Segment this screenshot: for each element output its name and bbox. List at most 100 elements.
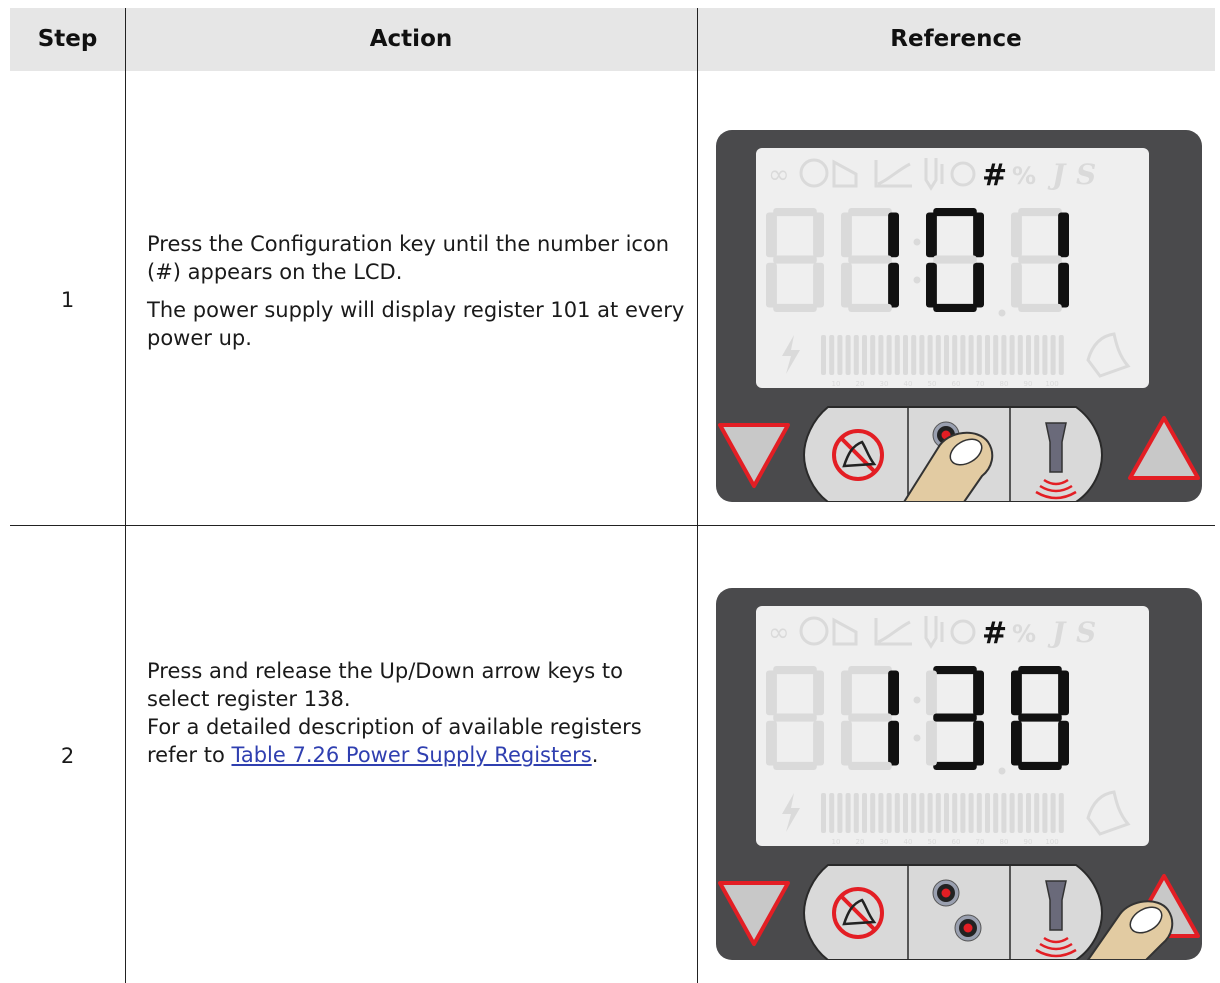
bar-segment: [1050, 335, 1056, 375]
lcd-segment-on: [973, 262, 984, 308]
lcd-segment-on: [1018, 666, 1062, 675]
bar-scale-label: 90: [1024, 838, 1033, 846]
lcd-segment-off: [813, 720, 824, 766]
lcd-segment-on: [1058, 670, 1069, 716]
infinity-icon: ∞: [768, 618, 790, 648]
bar-scale-label: 70: [976, 838, 985, 846]
lcd-segment-on: [1011, 720, 1022, 766]
bar-segment: [927, 793, 933, 833]
lcd-segment-off: [841, 670, 852, 716]
lcd-segment-off: [766, 670, 777, 716]
bar-segment: [944, 335, 949, 375]
header-action: Action: [369, 26, 453, 52]
lcd-segment-off: [1018, 208, 1062, 217]
bar-scale-label: 20: [856, 380, 865, 388]
lcd-segment-on: [1018, 761, 1062, 770]
bar-scale-label: 80: [1000, 380, 1009, 388]
lcd-segment-on: [933, 713, 977, 722]
bar-segment: [944, 793, 949, 833]
lcd-segment-off: [848, 303, 892, 312]
table-7-26-link[interactable]: Table 7.26 Power Supply Registers: [231, 743, 591, 767]
bar-segment: [919, 793, 925, 833]
bar-segment: [1001, 793, 1007, 833]
action-instruction: Press the Configuration key until the nu…: [147, 232, 670, 284]
lcd-colon: [913, 238, 921, 246]
lcd-segment-on: [973, 720, 984, 766]
power-supply-panel-2: ∞ #% J S10 20 30 40 50 60 70 80 90 100: [716, 588, 1202, 960]
action-note: The power supply will display register 1…: [147, 298, 685, 350]
lcd-segment-off: [813, 262, 824, 308]
bar-segment: [837, 335, 843, 375]
lcd-segment-off: [841, 212, 852, 258]
bar-segment: [1050, 793, 1056, 833]
bar-segment: [845, 793, 851, 833]
lcd-segment-on: [926, 212, 937, 258]
lcd-colon: [913, 276, 921, 284]
bar-segment: [853, 793, 859, 833]
bar-segment: [1042, 793, 1048, 833]
bar-segment: [870, 335, 876, 375]
lcd-segment-on: [1058, 212, 1069, 258]
power-supply-panel-1: ∞ #% J S10 20 30 40 50 60 70 80 90 100: [716, 130, 1202, 502]
bar-segment: [1026, 335, 1031, 375]
lcd-segment-off: [773, 208, 817, 217]
bar-segment: [1017, 793, 1023, 833]
bar-segment: [927, 335, 933, 375]
seconds-icon: S: [1076, 158, 1096, 191]
lcd-segment-off: [1011, 212, 1022, 258]
lcd-segment-off: [773, 761, 817, 770]
lcd-segment-on: [888, 262, 899, 308]
bar-segment: [960, 793, 966, 833]
lcd-segment-off: [848, 666, 892, 675]
bar-segment: [919, 335, 925, 375]
bar-segment: [821, 793, 826, 833]
bar-segment: [935, 335, 941, 375]
lcd-segment-on: [888, 670, 899, 716]
lcd-segment-off: [766, 212, 777, 258]
step-number-1: 1: [60, 288, 75, 312]
bar-segment: [870, 793, 876, 833]
lcd-segment-off: [841, 720, 852, 766]
bar-segment: [911, 335, 917, 375]
row-divider: [10, 525, 1215, 526]
bar-scale-label: 60: [952, 838, 961, 846]
lcd-segment-off: [773, 303, 817, 312]
lcd-segment-off: [1018, 303, 1062, 312]
bar-segment: [935, 793, 941, 833]
bar-segment: [1026, 793, 1031, 833]
bar-segment: [952, 793, 958, 833]
lcd-segment-off: [848, 761, 892, 770]
bar-segment: [968, 335, 974, 375]
bar-scale-label: 10: [832, 380, 841, 388]
column-divider: [697, 8, 698, 983]
bar-scale-label: 80: [1000, 838, 1009, 846]
bar-segment: [985, 793, 990, 833]
bar-segment: [878, 793, 884, 833]
lcd-segment-on: [933, 761, 977, 770]
bar-scale-label: 40: [904, 838, 913, 846]
bar-segment: [837, 793, 843, 833]
bar-scale-label: 60: [952, 380, 961, 388]
bar-segment: [952, 335, 958, 375]
lcd-segment-off: [773, 666, 817, 675]
lcd-segment-on: [1011, 670, 1022, 716]
lcd-segment-off: [813, 212, 824, 258]
bar-segment: [886, 335, 892, 375]
bar-segment: [903, 335, 908, 375]
lcd-segment-on: [1058, 720, 1069, 766]
lcd-segment-off: [766, 262, 777, 308]
lcd-segment-off: [848, 713, 892, 722]
lcd-segment-on: [933, 303, 977, 312]
bar-segment: [878, 335, 884, 375]
lcd-segment-off: [773, 255, 817, 264]
bar-segment: [1034, 335, 1040, 375]
lcd-decimal: [998, 767, 1006, 775]
lcd-segment-off: [773, 713, 817, 722]
bar-scale-label: 100: [1045, 838, 1058, 846]
lcd-segment-on: [973, 670, 984, 716]
action-reference: For a detailed description of available …: [147, 713, 687, 769]
bar-segment: [1009, 335, 1015, 375]
lcd-segment-on: [888, 212, 899, 258]
lcd-segment-off: [926, 720, 937, 766]
bar-segment: [1042, 335, 1048, 375]
